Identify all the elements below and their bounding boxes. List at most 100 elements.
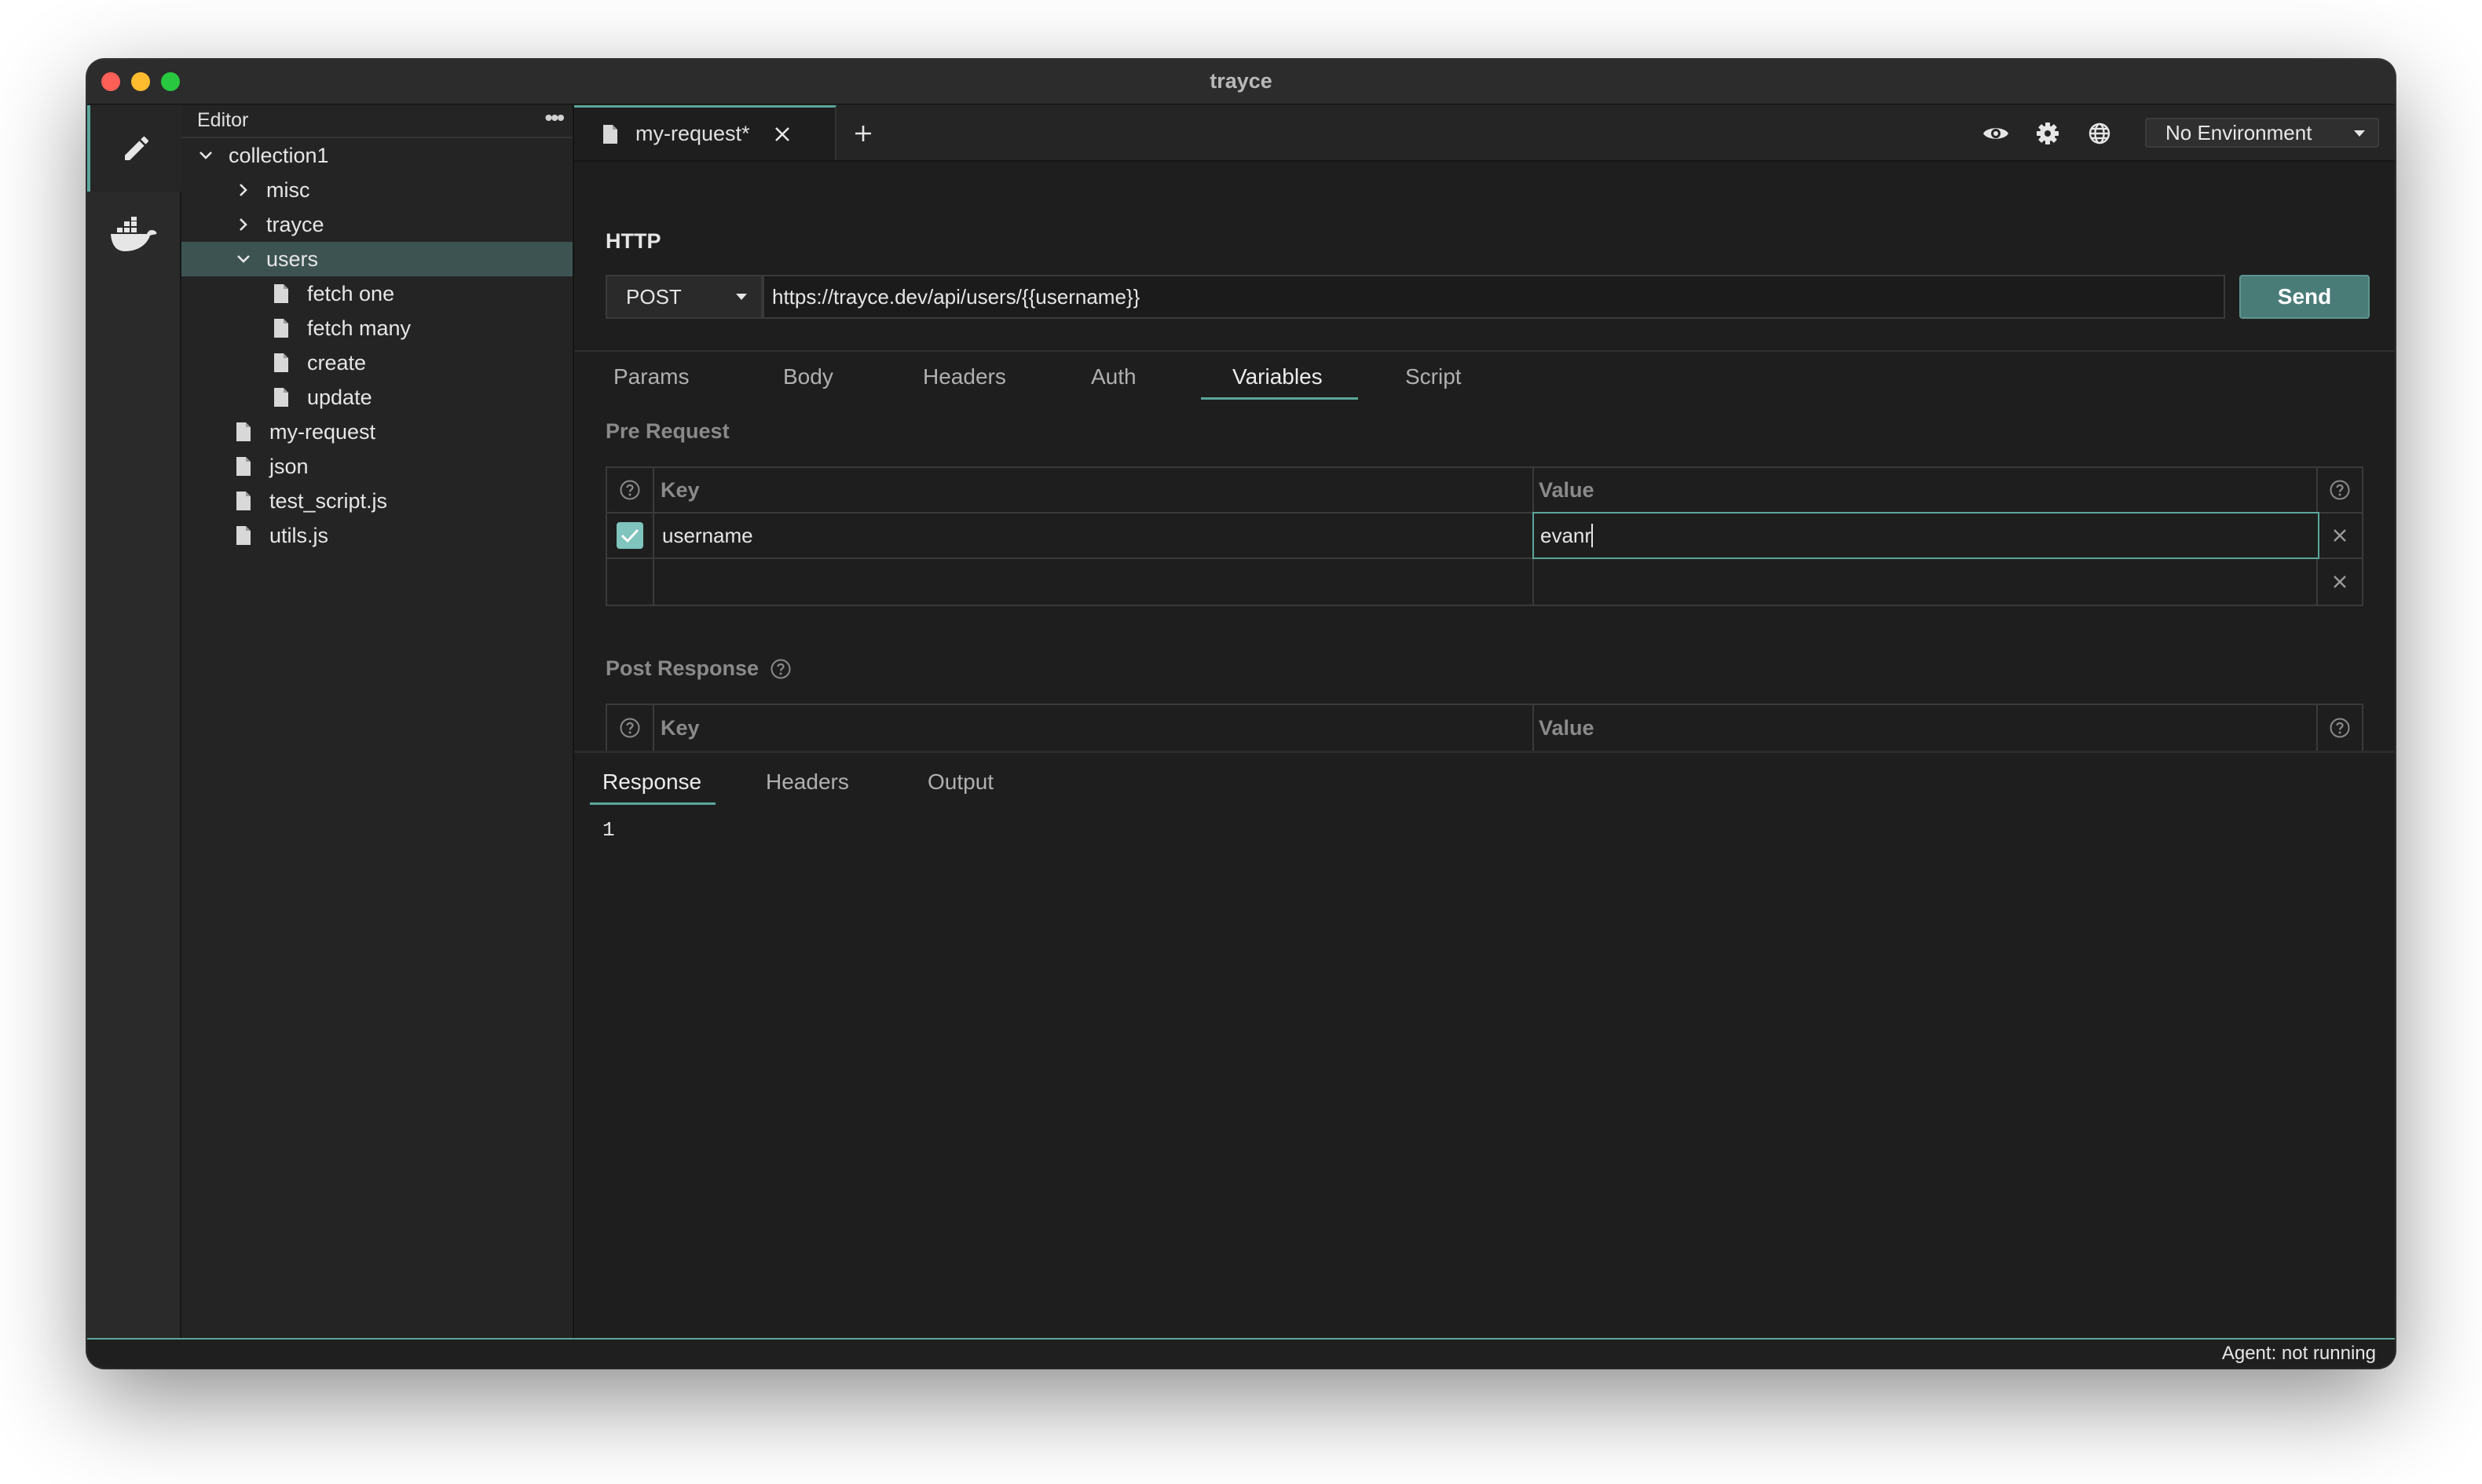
tree-item-label: fetch one [307, 281, 395, 305]
help-icon[interactable] [607, 468, 654, 512]
tree-item-label: create [307, 350, 367, 375]
file-explorer-sidebar: Editor ••• collection1 misc trayce users… [181, 105, 574, 1338]
section-title-http: HTTP [606, 229, 661, 253]
tab-response[interactable]: Response [602, 769, 701, 795]
help-icon[interactable] [2318, 705, 2362, 751]
table-header-row: Key Value [607, 705, 2362, 751]
chevron-right-icon [233, 180, 254, 200]
response-line-number: 1 [602, 818, 615, 842]
tree-item-update[interactable]: update [181, 380, 573, 415]
tree-item-label: test_script.js [269, 488, 388, 513]
divider [574, 350, 2395, 352]
tree-item-users[interactable]: users [181, 242, 573, 276]
delete-row-icon[interactable] [2318, 559, 2362, 605]
file-icon [233, 421, 254, 443]
window-title: trayce [1210, 69, 1272, 93]
tab-params[interactable]: Params [613, 364, 689, 389]
tree-item-fetch-one[interactable]: fetch one [181, 276, 573, 311]
eye-icon [1983, 128, 2008, 139]
url-input[interactable]: https://trayce.dev/api/users/{{username}… [763, 275, 2225, 319]
help-icon[interactable] [2318, 468, 2362, 512]
send-button[interactable]: Send [2239, 275, 2370, 319]
environment-select[interactable]: No Environment [2145, 118, 2379, 148]
close-tab-icon[interactable] [774, 126, 791, 143]
url-text: https://trayce.dev/api/users/{{username}… [772, 284, 1140, 309]
check-icon [617, 522, 643, 549]
pre-request-table: Key Value username evanr [606, 466, 2363, 606]
method-label: POST [626, 284, 682, 309]
file-icon [271, 352, 291, 374]
tree-item-label: json [269, 454, 309, 478]
chevron-right-icon [233, 214, 254, 235]
tab-response-headers[interactable]: Headers [766, 769, 849, 795]
tab-auth[interactable]: Auth [1091, 364, 1137, 389]
tab-body[interactable]: Body [783, 364, 833, 389]
file-icon [233, 455, 254, 477]
containers-activity-button[interactable] [87, 192, 180, 278]
tab-script[interactable]: Script [1405, 364, 1462, 389]
file-icon [233, 490, 254, 512]
tree-item-label: fetch many [307, 316, 412, 340]
file-icon [271, 317, 291, 339]
tab-my-request[interactable]: my-request* [574, 105, 836, 160]
caret-down-icon [736, 294, 747, 300]
pre-request-label: Pre Request [606, 419, 730, 443]
value-input[interactable]: evanr [1532, 512, 2319, 559]
key-column-header: Key [654, 705, 1534, 751]
table-header-row: Key Value [607, 468, 2362, 514]
tree-item-trayce[interactable]: trayce [181, 207, 573, 242]
tree-item-label: update [307, 385, 372, 409]
enabled-checkbox[interactable] [607, 514, 654, 557]
tab-variables[interactable]: Variables [1232, 364, 1323, 389]
key-input[interactable]: username [654, 514, 1534, 557]
panel-resize-handle[interactable] [574, 751, 2395, 753]
tab-headers[interactable]: Headers [923, 364, 1006, 389]
tree-item-collection1[interactable]: collection1 [181, 138, 573, 173]
sidebar-header: Editor ••• [181, 105, 573, 138]
gear-icon [2037, 122, 2059, 144]
globe-icon [2088, 122, 2110, 144]
new-tab-button[interactable] [847, 118, 879, 149]
tree-item-label: my-request [269, 419, 376, 444]
tree-item-create[interactable]: create [181, 345, 573, 380]
tree-item-label: collection1 [229, 143, 329, 167]
key-column-header: Key [654, 468, 1534, 512]
settings-button[interactable] [2032, 118, 2063, 149]
status-bar: Agent: not running [87, 1338, 2395, 1368]
tree-item-label: misc [266, 177, 310, 202]
sidebar-title: Editor [197, 109, 249, 131]
tab-output[interactable]: Output [928, 769, 994, 795]
chevron-down-icon [196, 145, 216, 166]
global-variables-button[interactable] [2084, 118, 2115, 149]
file-icon [271, 386, 291, 408]
delete-row-icon[interactable] [2318, 514, 2362, 557]
tab-label: my-request* [635, 122, 750, 145]
view-toggle-button[interactable] [1980, 118, 2012, 149]
agent-status: Agent: not running [2221, 1343, 2376, 1364]
main-panel: my-request* No Environment HTTP POST htt… [574, 105, 2395, 1338]
method-select[interactable]: POST [606, 275, 763, 319]
active-response-tab-indicator [590, 802, 716, 805]
chevron-down-icon [233, 249, 254, 269]
file-icon [233, 525, 254, 546]
app-window: trayce Editor ••• collection1 misc trayc… [87, 60, 2395, 1368]
active-tab-indicator [1201, 397, 1358, 400]
pencil-icon [125, 136, 148, 160]
environment-label: No Environment [2165, 120, 2312, 144]
tree-item-utils[interactable]: utils.js [181, 518, 573, 553]
tree-item-test-script[interactable]: test_script.js [181, 484, 573, 518]
editor-activity-button[interactable] [87, 105, 183, 192]
tree-item-fetch-many[interactable]: fetch many [181, 311, 573, 345]
post-response-label: Post Response [606, 656, 792, 681]
help-icon[interactable] [770, 658, 792, 680]
key-input[interactable] [654, 559, 1534, 605]
tree-item-label: utils.js [269, 523, 329, 547]
value-input[interactable] [1534, 559, 2318, 605]
tree-item-json[interactable]: json [181, 449, 573, 484]
more-options-icon[interactable]: ••• [545, 105, 565, 130]
activity-bar [87, 105, 183, 1338]
tree-item-misc[interactable]: misc [181, 173, 573, 207]
help-icon[interactable] [607, 705, 654, 751]
tree-item-my-request[interactable]: my-request [181, 415, 573, 449]
value-column-header: Value [1534, 705, 2318, 751]
